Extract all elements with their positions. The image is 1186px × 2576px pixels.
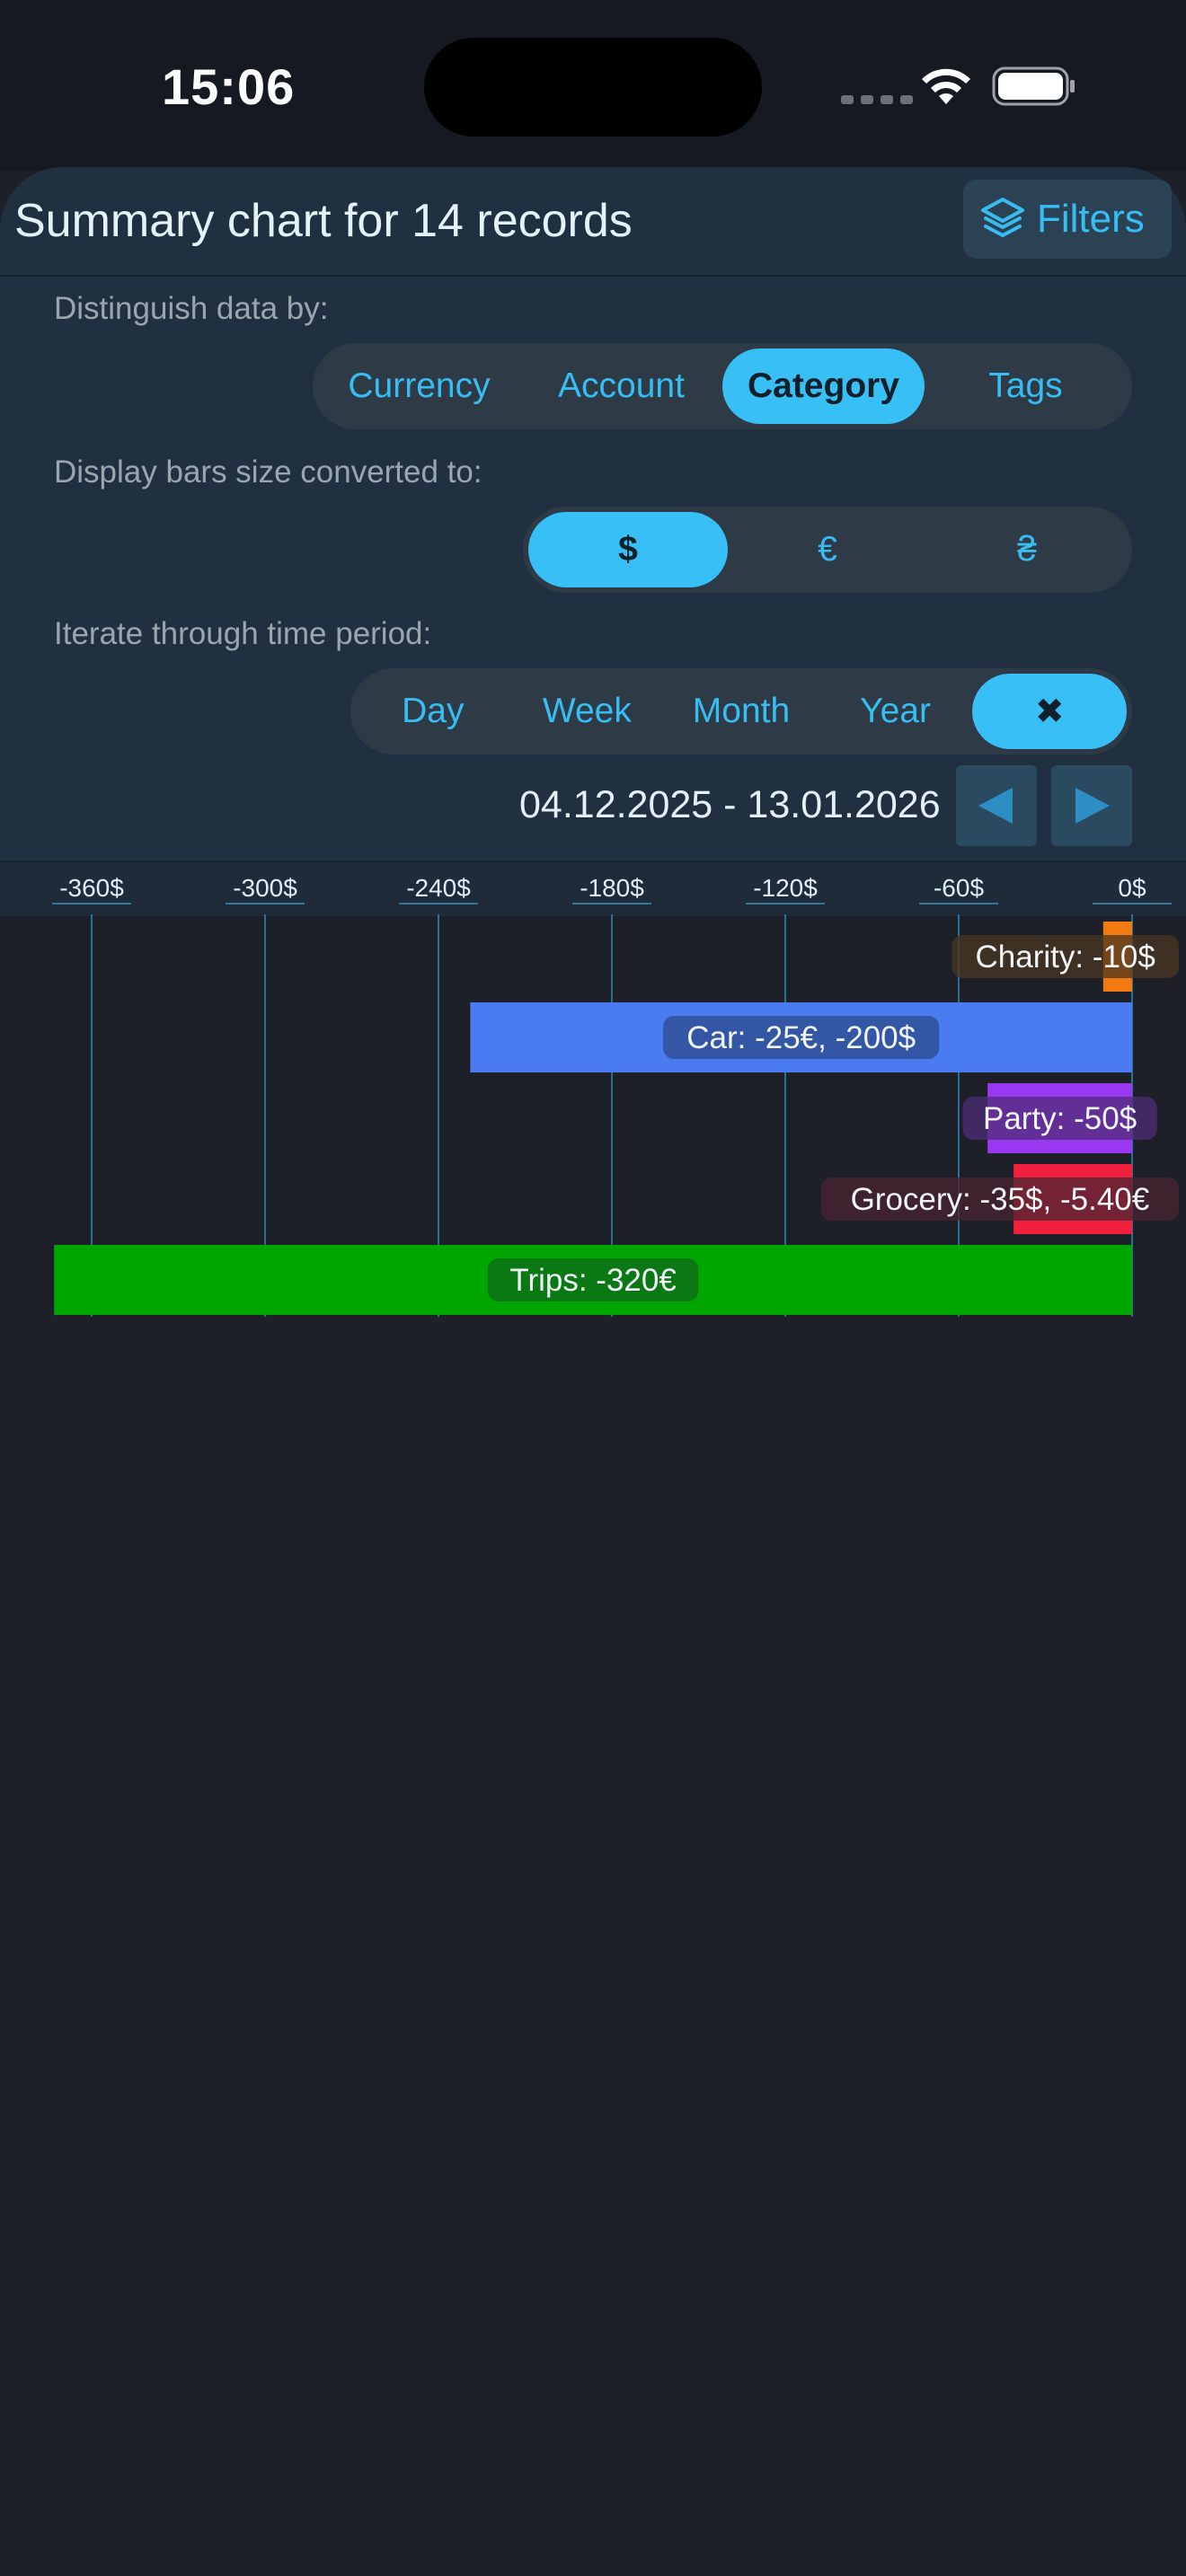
bar-label: Trips: -320€ <box>509 1263 676 1298</box>
filters-label: Filters <box>1037 197 1145 241</box>
x-tick-label: -120$ <box>753 874 818 902</box>
bar-label: Grocery: -35$, -5.40€ <box>851 1182 1150 1217</box>
triangle-left-icon <box>978 788 1013 824</box>
distinguish-option-account[interactable]: Account <box>520 348 722 424</box>
period-option-year[interactable]: Year <box>819 674 973 749</box>
period-option-month[interactable]: Month <box>664 674 819 749</box>
distinguish-option-tags[interactable]: Tags <box>925 348 1127 424</box>
date-range: 04.12.2025 - 13.01.2026 <box>519 783 941 826</box>
period-option-none[interactable]: ✖ <box>972 674 1127 749</box>
currency-option-eur[interactable]: € <box>728 512 927 587</box>
bar-label: Party: -50$ <box>983 1101 1137 1136</box>
dynamic-island <box>424 38 762 137</box>
distinguish-segmented-control: Currency Account Category Tags <box>313 343 1132 429</box>
currency-option-usd[interactable]: $ <box>528 512 728 587</box>
triangle-right-icon <box>1075 788 1110 824</box>
bar-label: Charity: -10$ <box>976 940 1155 975</box>
period-segmented-control: Day Week Month Year ✖ <box>350 668 1132 754</box>
period-option-week[interactable]: Week <box>510 674 665 749</box>
currency-option-uah[interactable]: ₴ <box>927 512 1127 587</box>
next-period-button[interactable] <box>1051 765 1132 846</box>
battery-icon <box>992 66 1075 106</box>
page-title: Summary chart for 14 records <box>14 195 633 247</box>
x-tick-label: 0$ <box>1118 874 1146 902</box>
currency-segmented-control: $ € ₴ <box>523 507 1132 593</box>
distinguish-label: Distinguish data by: <box>54 291 329 326</box>
distinguish-option-category[interactable]: Category <box>722 348 925 424</box>
x-tick-label: -180$ <box>580 874 644 902</box>
period-option-day[interactable]: Day <box>356 674 510 749</box>
screen: 15:06 Summary chart for 14 records Filte… <box>0 0 1186 2576</box>
x-tick-label: -300$ <box>233 874 297 902</box>
layers-icon <box>981 198 1024 237</box>
filters-button[interactable]: Filters <box>963 180 1172 259</box>
summary-sheet: Summary chart for 14 records Filters Dis… <box>0 167 1186 860</box>
cellular-signal-icon <box>841 95 913 104</box>
summary-bar-chart: -360$ -300$ -240$ -180$ -120$ -60$ 0$ Charity: … <box>52 874 1179 1317</box>
bar-label: Car: -25€, -200$ <box>686 1020 916 1055</box>
iterate-label: Iterate through time period: <box>54 616 432 651</box>
previous-period-button[interactable] <box>956 765 1037 846</box>
distinguish-option-currency[interactable]: Currency <box>318 348 520 424</box>
wifi-icon <box>922 68 970 104</box>
status-time: 15:06 <box>162 58 296 115</box>
status-bar: 15:06 <box>0 0 1186 171</box>
convert-label: Display bars size converted to: <box>54 454 482 490</box>
x-tick-label: -360$ <box>59 874 124 902</box>
x-tick-label: -240$ <box>406 874 471 902</box>
x-tick-label: -60$ <box>934 874 984 902</box>
sheet-header: Summary chart for 14 records Filters <box>0 167 1186 277</box>
